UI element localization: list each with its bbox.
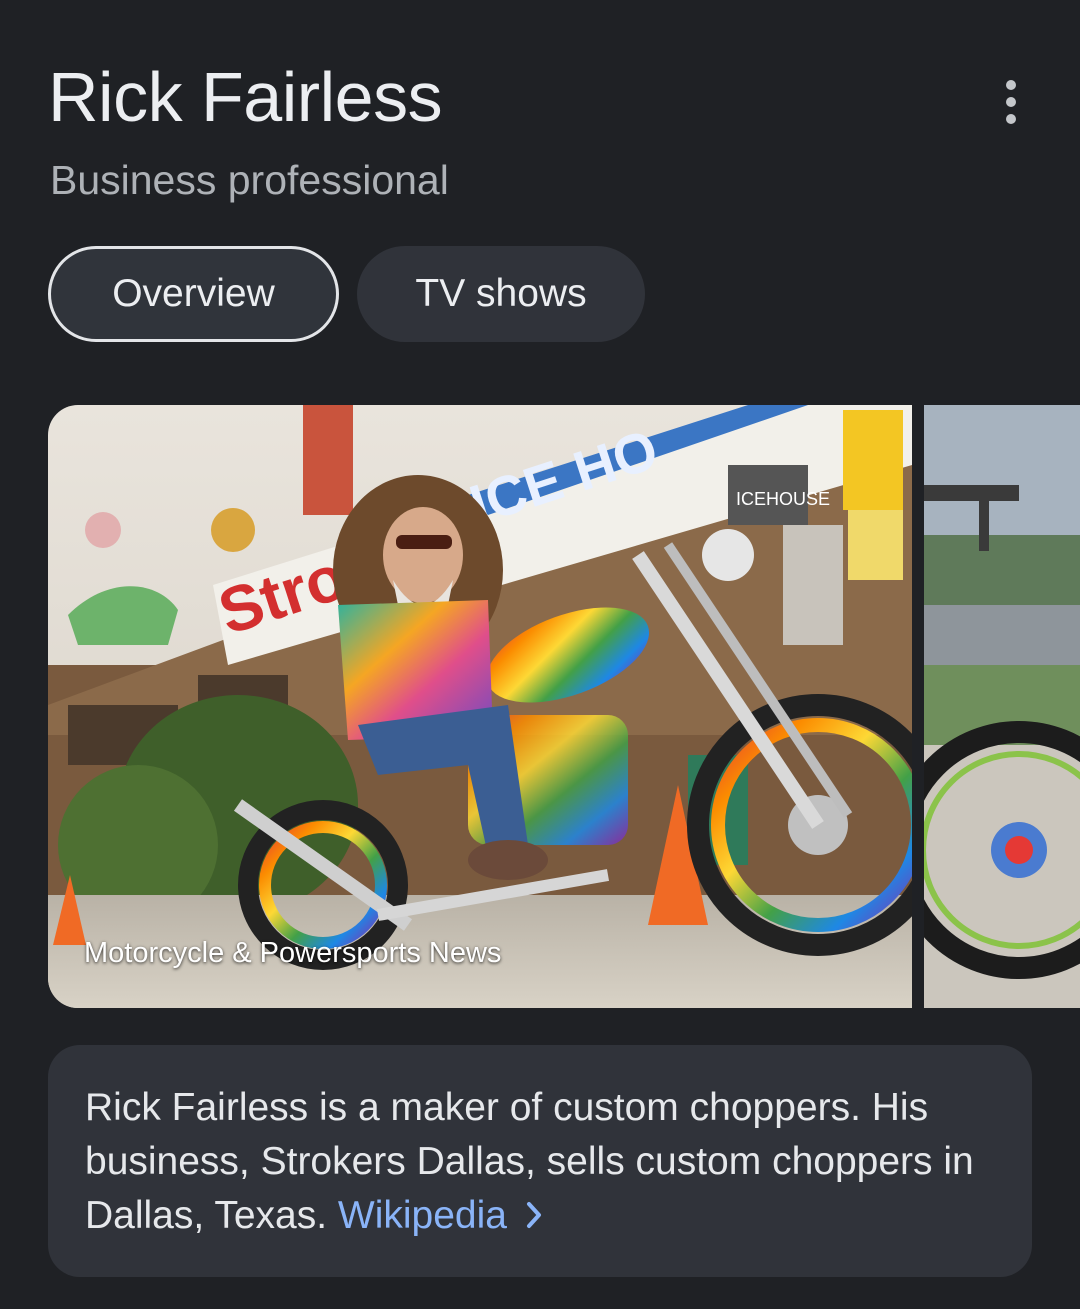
photo-source-caption: Motorcycle & Powersports News (84, 937, 502, 969)
wikipedia-link[interactable]: Wikipedia (338, 1194, 543, 1237)
more-vert-icon-dot (1006, 97, 1016, 107)
second-photo[interactable] (924, 405, 1080, 1008)
description-card: Rick Fairless is a maker of custom chopp… (48, 1045, 1032, 1277)
svg-text:ICEHOUSE: ICEHOUSE (736, 489, 830, 509)
tab-overview[interactable]: Overview (48, 246, 339, 342)
wikipedia-link-label: Wikipedia (337, 1194, 507, 1237)
more-options-button[interactable] (984, 72, 1038, 132)
main-photo[interactable]: Strok ICE HO ICEHOUSE Motorcycle & Power… (48, 405, 912, 1008)
image-carousel[interactable]: Strok ICE HO ICEHOUSE Motorcycle & Power… (48, 405, 1080, 1008)
chopper-photo-illustration: Strok ICE HO ICEHOUSE (48, 405, 912, 1008)
chopper-photo-2-illustration (924, 405, 1080, 1008)
more-vert-icon-dot (1006, 114, 1016, 124)
knowledge-panel: Rick Fairless Business professional Over… (0, 0, 1080, 1309)
chevron-right-icon (525, 1191, 543, 1245)
more-vert-icon (1006, 80, 1016, 90)
tab-tv-shows[interactable]: TV shows (357, 246, 645, 342)
description-paragraph: Rick Fairless is a maker of custom chopp… (85, 1081, 996, 1245)
page-title: Rick Fairless (48, 58, 443, 136)
entity-subtitle: Business professional (50, 157, 449, 203)
